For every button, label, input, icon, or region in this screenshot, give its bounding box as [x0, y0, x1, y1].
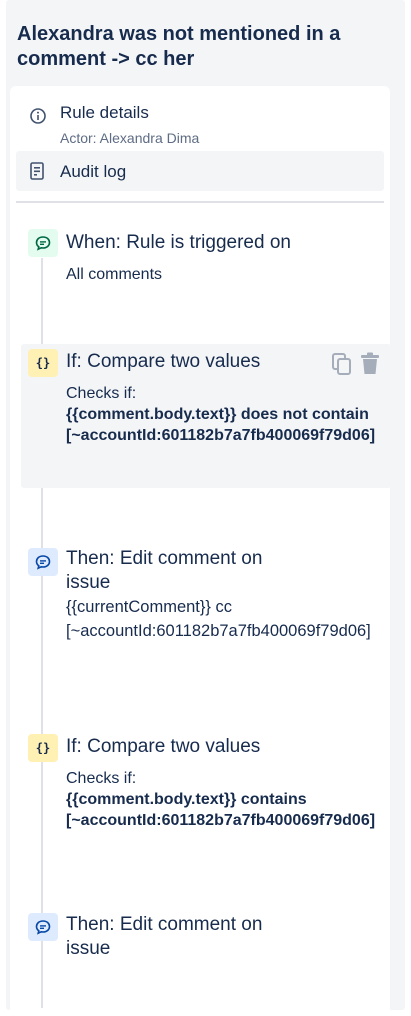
trigger-step[interactable]: When: Rule is triggered on All comments [66, 231, 386, 285]
action-comment-icon-1 [28, 548, 58, 576]
condition-expression-2: {{comment.body.text}} contains [~account… [66, 791, 376, 829]
braces-icon-2: {} [28, 734, 58, 762]
audit-log-label: Audit log [60, 162, 127, 181]
condition-checks-label-1: Checks if: [66, 385, 137, 402]
action-heading-2-line1: Then: Edit comment on [66, 914, 263, 935]
rule-title: Alexandra was not mentioned in a comment… [17, 23, 341, 70]
action-heading-1-line2: issue [66, 572, 111, 593]
trigger-comment-icon [28, 229, 58, 257]
condition-checks-label-2: Checks if: [66, 770, 137, 787]
rule-details-label: Rule details [60, 103, 149, 122]
action-heading-2-line2: issue [66, 938, 111, 959]
condition-expression-1: {{comment.body.text}} does not contain [… [66, 406, 376, 444]
action-heading-1-line1: Then: Edit comment on [66, 548, 263, 569]
rule-actor: Actor: Alexandra Dima [60, 130, 200, 146]
divider [16, 201, 384, 203]
action-step-2[interactable]: Then: Edit comment on issue [66, 913, 386, 961]
condition-heading-2: If: Compare two values [66, 736, 261, 757]
trash-icon[interactable] [359, 352, 381, 381]
action-step-1[interactable]: Then: Edit comment on issue {{currentCom… [66, 547, 386, 643]
trigger-heading: When: Rule is triggered on [66, 232, 291, 253]
audit-log-item[interactable]: Audit log [16, 151, 384, 191]
document-icon [29, 162, 45, 185]
copy-icon[interactable] [331, 352, 353, 381]
braces-icon: {} [28, 349, 58, 377]
action-comment-icon-2 [28, 913, 58, 941]
step-tools [331, 352, 383, 376]
condition-step-2[interactable]: If: Compare two values Checks if: {{comm… [66, 735, 386, 831]
info-icon [29, 107, 47, 130]
trigger-description: All comments [66, 266, 163, 283]
action-description-1: {{currentComment}} cc [~accountId:601182… [66, 598, 371, 640]
rule-details-item[interactable]: Rule details Actor: Alexandra Dima [16, 91, 384, 147]
